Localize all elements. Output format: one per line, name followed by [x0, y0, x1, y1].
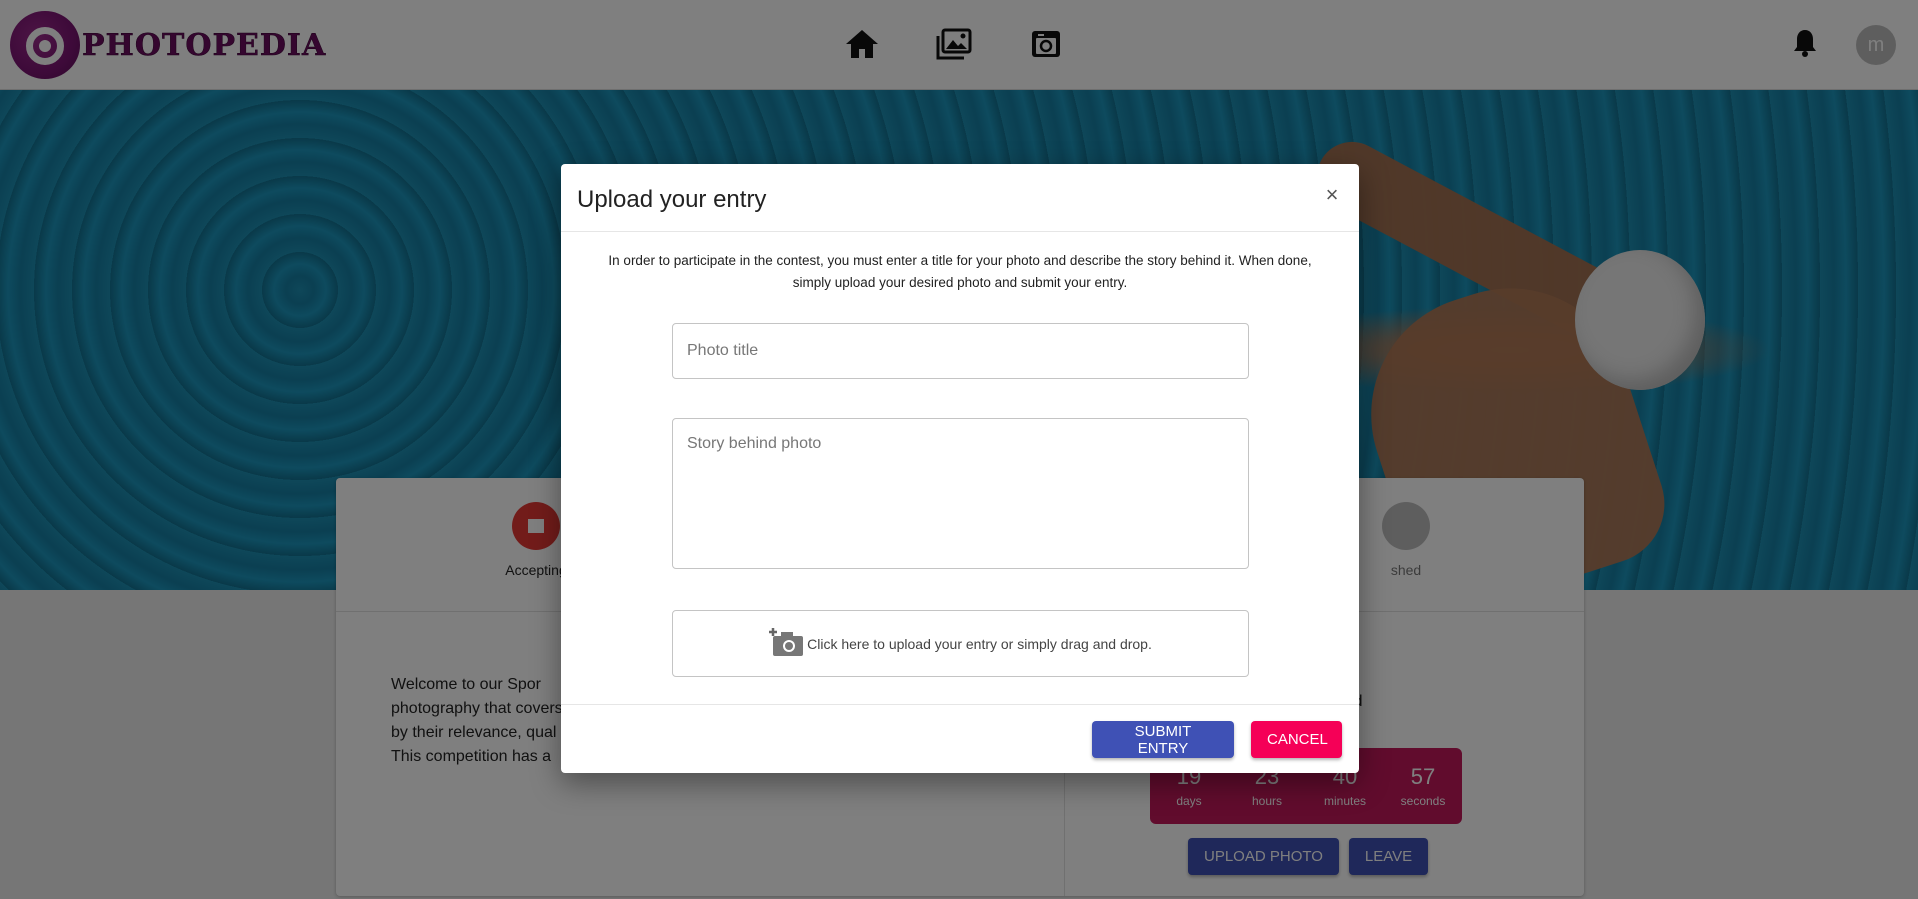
cancel-button[interactable]: CANCEL: [1251, 721, 1342, 758]
upload-dropzone-label: Click here to upload your entry or simpl…: [807, 635, 1152, 652]
submit-entry-button[interactable]: SUBMIT ENTRY: [1092, 721, 1234, 758]
dialog-instructions: In order to participate in the contest, …: [608, 253, 1312, 290]
dialog-header: Upload your entry ×: [561, 164, 1359, 232]
photo-title-input[interactable]: [672, 323, 1249, 379]
dialog-footer: SUBMIT ENTRY CANCEL: [561, 704, 1359, 773]
story-textarea[interactable]: [672, 418, 1249, 569]
upload-entry-dialog: Upload your entry × In order to particip…: [561, 164, 1359, 773]
close-icon[interactable]: ×: [1321, 184, 1343, 206]
dialog-title: Upload your entry: [577, 186, 767, 213]
upload-dropzone[interactable]: Click here to upload your entry or simpl…: [672, 610, 1249, 677]
add-photo-icon: [769, 626, 805, 661]
